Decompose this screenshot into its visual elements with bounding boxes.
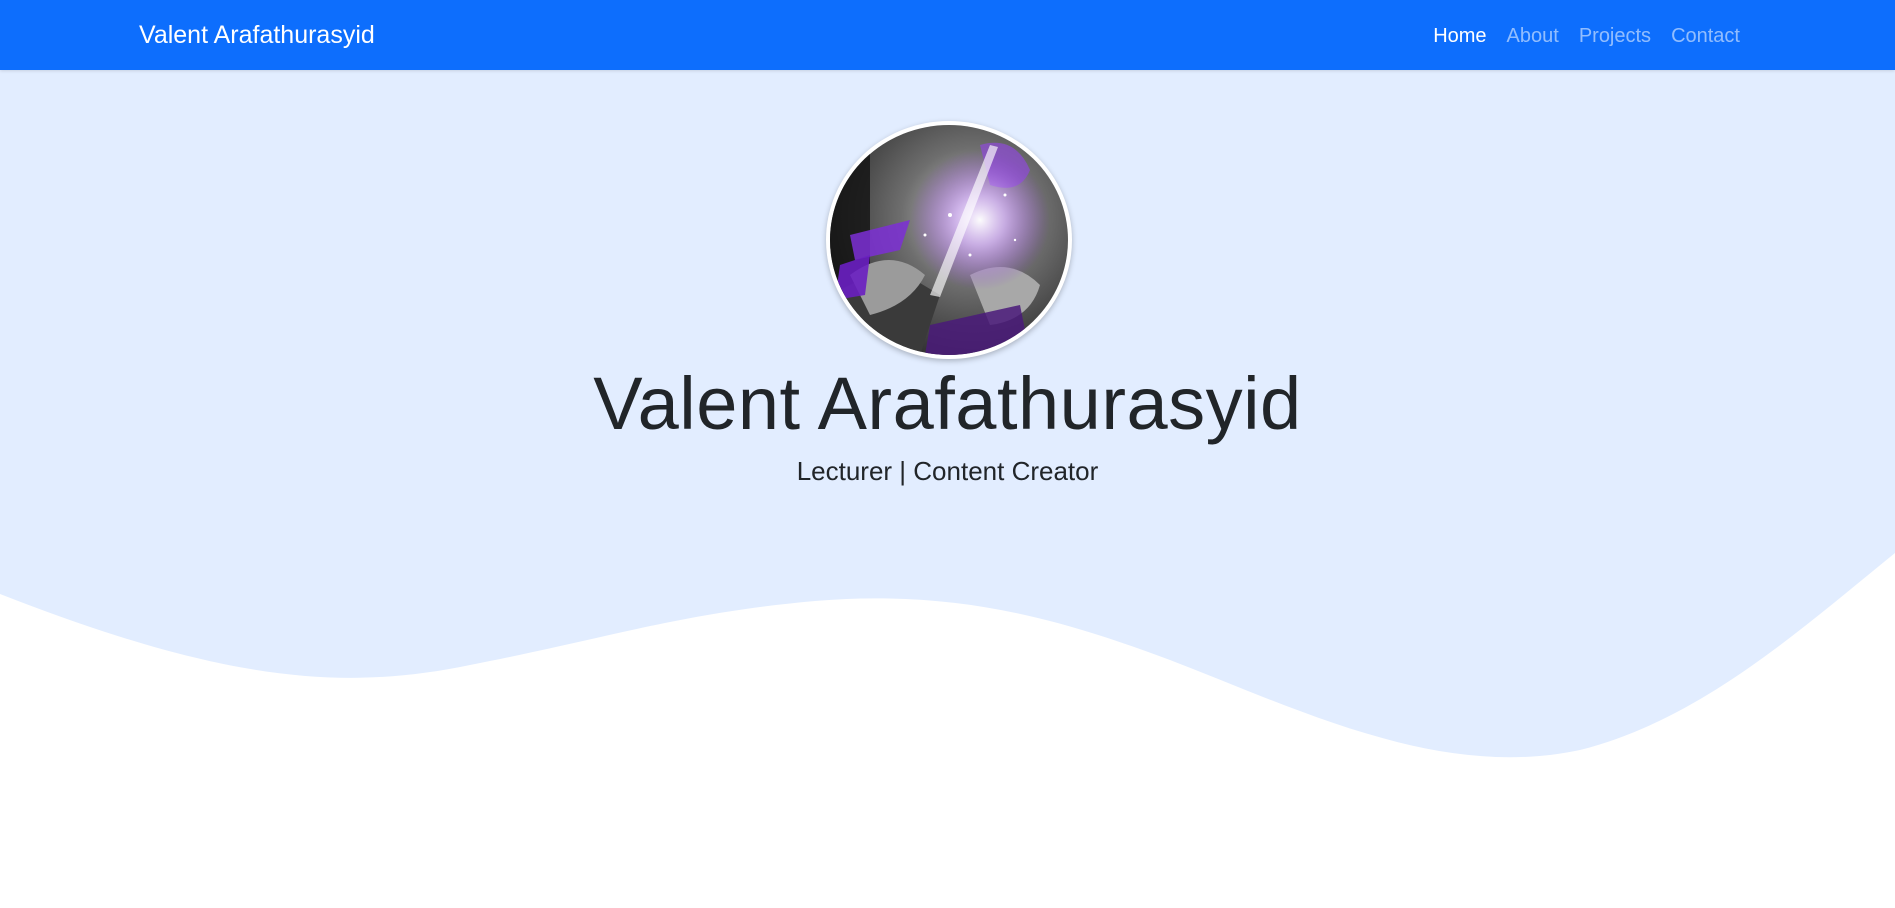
top-navbar: Valent Arafathurasyid Home About Project… (0, 0, 1895, 70)
nav-link-about[interactable]: About (1497, 21, 1569, 51)
brand-link[interactable]: Valent Arafathurasyid (139, 19, 375, 51)
hero-section: Valent Arafathurasyid Lecturer | Content… (0, 70, 1895, 908)
profile-photo (830, 125, 1068, 355)
hero-tagline: Lecturer | Content Creator (796, 456, 1099, 486)
nav-link-contact[interactable]: Contact (1661, 21, 1750, 51)
avatar-frame (826, 121, 1072, 359)
hero-name: Valent Arafathurasyid (593, 362, 1302, 445)
nav-links: Home About Projects Contact (1423, 21, 1750, 51)
nav-link-projects[interactable]: Projects (1569, 21, 1661, 51)
profile-photo-image (830, 125, 1068, 355)
nav-link-home[interactable]: Home (1423, 21, 1496, 51)
